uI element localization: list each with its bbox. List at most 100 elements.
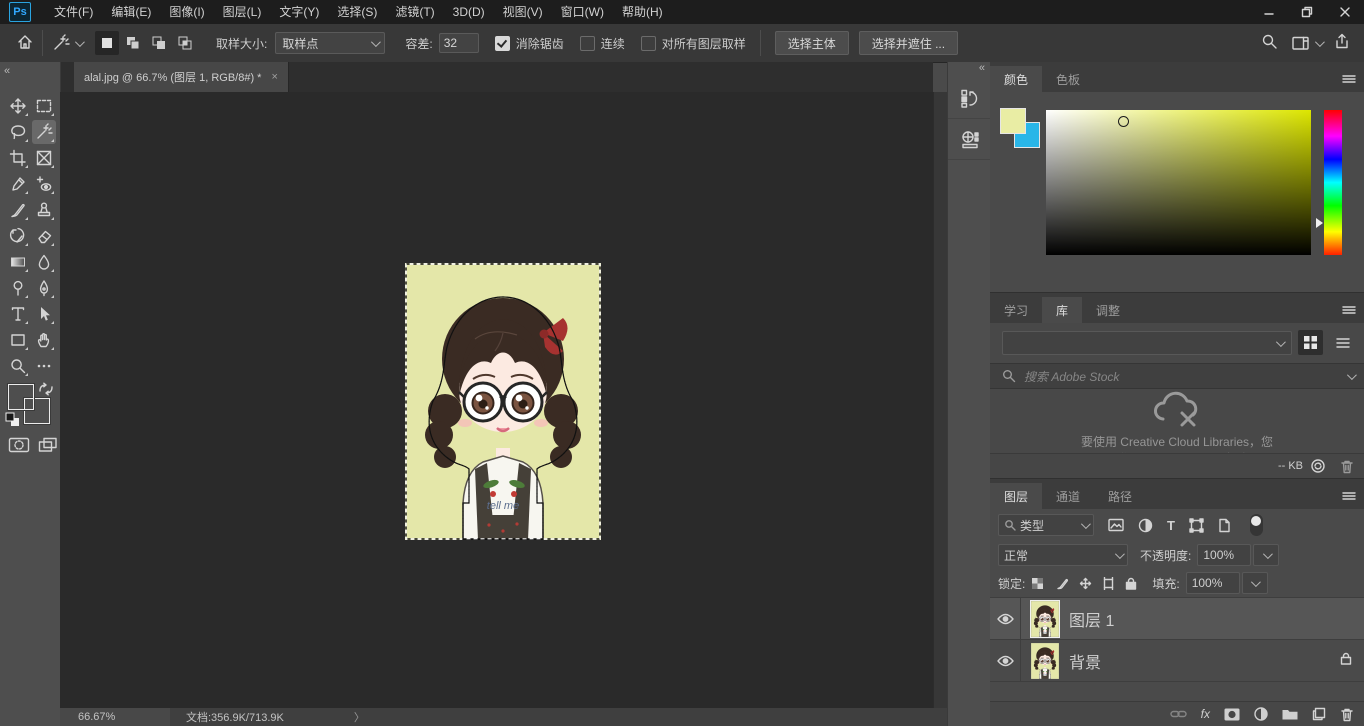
menu-image[interactable]: 图像(I) (160, 0, 213, 24)
panel-menu-icon[interactable] (1342, 488, 1356, 506)
quick-mask-icon[interactable] (8, 436, 30, 459)
stock-search-field[interactable]: 搜索 Adobe Stock (990, 363, 1364, 389)
clone-stamp-tool[interactable] (32, 198, 56, 222)
contiguous-checkbox[interactable]: 连续 (580, 35, 625, 52)
filter-type-layers-icon[interactable]: T (1167, 518, 1175, 533)
tab-layers[interactable]: 图层 (990, 483, 1042, 509)
tab-swatches[interactable]: 色板 (1042, 66, 1094, 92)
tab-color[interactable]: 颜色 (990, 66, 1042, 92)
layer-name[interactable]: 图层 1 (1069, 607, 1114, 631)
collapse-tools-icon[interactable]: « (4, 65, 9, 77)
lock-position-icon[interactable] (1079, 577, 1092, 590)
filter-shape-layers-icon[interactable] (1189, 518, 1204, 533)
marquee-tool[interactable] (32, 94, 56, 118)
menu-view[interactable]: 视图(V) (494, 0, 552, 24)
close-window-button[interactable] (1326, 0, 1364, 24)
menu-select[interactable]: 选择(S) (328, 0, 386, 24)
magic-wand-preset-icon[interactable] (51, 33, 82, 53)
brush-tool[interactable] (6, 198, 30, 222)
filter-smart-objects-icon[interactable] (1218, 518, 1231, 533)
eraser-tool[interactable] (32, 224, 56, 248)
type-tool[interactable] (6, 302, 30, 326)
panel-menu-icon[interactable] (1342, 302, 1356, 320)
select-and-mask-button[interactable]: 选择并遮住 ... (859, 31, 958, 55)
move-tool[interactable] (6, 94, 30, 118)
new-selection-mode-button[interactable] (95, 31, 119, 55)
workspace-switcher[interactable] (1292, 36, 1322, 51)
sample-size-dropdown[interactable]: 取样点 (275, 32, 385, 54)
add-selection-mode-button[interactable] (121, 31, 145, 55)
tab-learn[interactable]: 学习 (990, 297, 1042, 323)
color-saturation-field[interactable] (1046, 110, 1311, 255)
layer-thumbnail[interactable] (1031, 601, 1059, 637)
fill-dropdown-button[interactable] (1242, 572, 1268, 594)
blend-mode-dropdown[interactable]: 正常 (998, 544, 1128, 566)
lasso-tool[interactable] (6, 120, 30, 144)
lock-transparency-icon[interactable] (1031, 577, 1044, 590)
swap-colors-icon[interactable] (38, 382, 54, 396)
history-brush-tool[interactable] (6, 224, 30, 248)
close-document-icon[interactable]: × (271, 71, 277, 83)
foreground-color-swatch[interactable] (8, 384, 34, 410)
layer-filter-toggle[interactable] (1250, 514, 1263, 536)
home-icon[interactable] (16, 33, 34, 54)
tab-adjustments[interactable]: 调整 (1082, 297, 1134, 323)
search-icon[interactable] (1261, 33, 1278, 53)
menu-window[interactable]: 窗口(W) (552, 0, 613, 24)
lock-artboard-icon[interactable] (1102, 577, 1115, 590)
lock-pixels-icon[interactable] (1056, 577, 1069, 590)
hue-slider[interactable] (1324, 110, 1342, 255)
background-lock-icon[interactable] (1340, 652, 1352, 670)
zoom-tool[interactable] (6, 354, 30, 378)
menu-type[interactable]: 文字(Y) (270, 0, 328, 24)
antialias-checkbox[interactable]: 消除锯齿 (495, 35, 564, 52)
library-select-dropdown[interactable] (1002, 331, 1292, 355)
tab-libraries[interactable]: 库 (1042, 297, 1082, 323)
menu-file[interactable]: 文件(F) (45, 0, 102, 24)
intersect-selection-mode-button[interactable] (173, 31, 197, 55)
screen-mode-icon[interactable] (38, 436, 58, 459)
healing-brush-tool[interactable] (32, 172, 56, 196)
document-tab[interactable]: alal.jpg @ 66.7% (图层 1, RGB/8#) * × (74, 62, 289, 92)
sample-all-layers-checkbox[interactable]: 对所有图层取样 (641, 35, 746, 52)
opacity-value-box[interactable]: 100% (1197, 544, 1251, 566)
tab-paths[interactable]: 路径 (1094, 483, 1146, 509)
pen-tool[interactable] (32, 276, 56, 300)
blur-tool[interactable] (32, 250, 56, 274)
magic-wand-tool[interactable] (32, 120, 56, 144)
new-group-icon[interactable] (1282, 708, 1298, 720)
share-icon[interactable] (1334, 33, 1350, 53)
menu-filter[interactable]: 滤镜(T) (386, 0, 443, 24)
hand-tool[interactable] (32, 328, 56, 352)
delete-layer-icon[interactable] (1340, 707, 1354, 722)
zoom-level-field[interactable]: 66.67% (78, 711, 115, 723)
filter-adjustment-layers-icon[interactable] (1138, 518, 1153, 533)
gradient-tool[interactable] (6, 250, 30, 274)
opacity-dropdown-button[interactable] (1253, 544, 1279, 566)
menu-layer[interactable]: 图层(L) (214, 0, 271, 24)
frame-tool[interactable] (32, 146, 56, 170)
properties-panel-icon[interactable] (948, 119, 991, 160)
edit-toolbar-icon[interactable] (32, 354, 56, 378)
layer-style-icon[interactable]: fx (1201, 707, 1210, 721)
sync-icon[interactable] (1310, 458, 1326, 474)
hue-slider-arrow[interactable] (1316, 218, 1323, 228)
select-subject-button[interactable]: 选择主体 (775, 31, 849, 55)
layer-visibility-toggle[interactable] (990, 640, 1021, 681)
dodge-tool[interactable] (6, 276, 30, 300)
layer-thumbnail[interactable] (1031, 643, 1059, 679)
status-options-chevron[interactable]: 〉 (354, 709, 365, 725)
panel-menu-icon[interactable] (1342, 71, 1356, 89)
rectangle-tool[interactable] (6, 328, 30, 352)
tab-channels[interactable]: 通道 (1042, 483, 1094, 509)
lock-all-icon[interactable] (1125, 577, 1137, 590)
color-picker-ring[interactable] (1118, 116, 1129, 127)
adjustment-layer-icon[interactable] (1254, 707, 1268, 721)
eyedropper-tool[interactable] (6, 172, 30, 196)
document-image[interactable] (405, 263, 601, 540)
restore-button[interactable] (1288, 0, 1326, 24)
delete-library-icon[interactable] (1340, 459, 1354, 474)
history-panel-icon[interactable] (948, 78, 991, 119)
subtract-selection-mode-button[interactable] (147, 31, 171, 55)
menu-edit[interactable]: 编辑(E) (102, 0, 160, 24)
